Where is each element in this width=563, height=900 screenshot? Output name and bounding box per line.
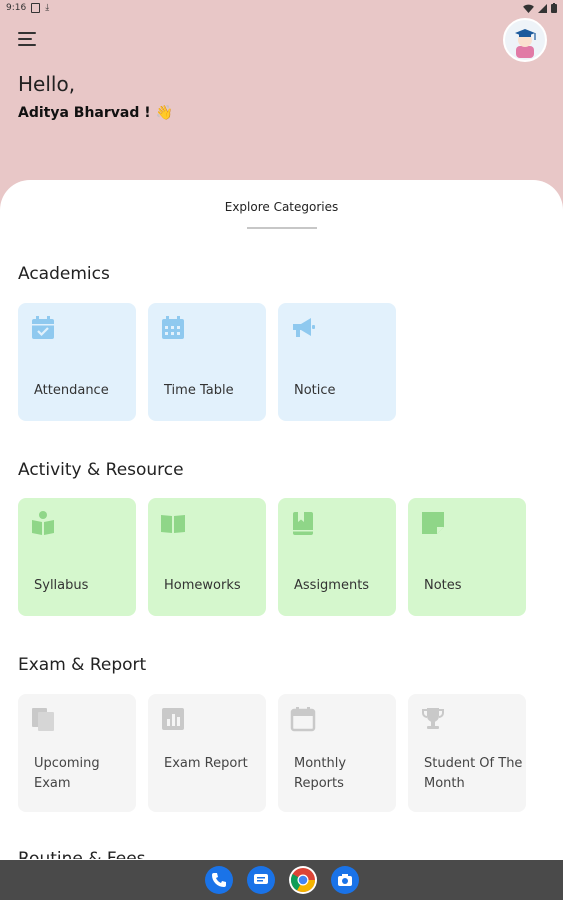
user-name: Aditya Bharvad ! 👋: [18, 105, 173, 121]
card-assignments[interactable]: Assigments: [278, 498, 396, 616]
section-title-activity: Activity & Resource: [18, 460, 184, 480]
card-label: Notes: [424, 578, 462, 593]
sheet-title: Explore Categories: [224, 200, 339, 214]
card-notice[interactable]: Notice: [278, 303, 396, 421]
calendar-check-icon: [32, 316, 54, 339]
signal-icon: [538, 3, 547, 13]
card-label: Notice: [294, 383, 336, 398]
greeting: Hello,: [18, 72, 76, 96]
phone-app-icon[interactable]: [204, 866, 233, 894]
open-book-icon: [161, 515, 185, 533]
categories-sheet: Explore Categories Academics Attendance …: [0, 180, 563, 860]
card-notes[interactable]: Notes: [408, 498, 526, 616]
card-student-of-the-month[interactable]: Student Of The Month: [408, 694, 526, 812]
card-label: Homeworks: [164, 578, 241, 593]
calendar-grid-icon: [162, 316, 184, 339]
card-label: Time Table: [164, 383, 234, 398]
sticky-note-icon: [422, 512, 444, 534]
app-dock: [0, 860, 563, 900]
camera-app-icon[interactable]: [330, 866, 359, 894]
card-label: Attendance: [34, 383, 109, 398]
bar-chart-icon: [162, 708, 184, 730]
card-syllabus[interactable]: Syllabus: [18, 498, 136, 616]
megaphone-icon: [293, 318, 315, 337]
card-label: Monthly Reports: [294, 756, 347, 791]
calendar-icon: [290, 707, 316, 732]
section-title-next: Routine & Fees: [18, 849, 146, 859]
card-attendance[interactable]: Attendance: [18, 303, 136, 421]
card-exam-report[interactable]: Exam Report: [148, 694, 266, 812]
download-icon: ⤓: [45, 3, 50, 13]
graduate-avatar-icon: [505, 20, 545, 60]
section-title-academics: Academics: [18, 264, 110, 284]
card-label: Upcoming Exam: [34, 756, 100, 791]
card-monthly-reports[interactable]: Monthly Reports: [278, 694, 396, 812]
card-label: Exam Report: [164, 756, 248, 771]
card-upcoming-exam[interactable]: Upcoming Exam: [18, 694, 136, 812]
section-title-exam: Exam & Report: [18, 655, 147, 675]
avatar[interactable]: [503, 18, 547, 62]
trophy-icon: [422, 708, 444, 729]
status-bar: 9:16 ⤓: [0, 0, 563, 16]
status-time: 9:16: [6, 3, 27, 13]
messages-app-icon[interactable]: [246, 866, 275, 894]
header: Hello, Aditya Bharvad ! 👋: [0, 16, 563, 186]
wifi-icon: [523, 4, 534, 13]
reader-icon: [32, 511, 54, 535]
card-label: Assigments: [294, 578, 370, 593]
menu-icon[interactable]: [18, 32, 36, 46]
sheet-underline: [247, 227, 317, 229]
bookmark-book-icon: [293, 512, 313, 535]
battery-icon: [551, 3, 557, 13]
card-homeworks[interactable]: Homeworks: [148, 498, 266, 616]
chrome-app-icon[interactable]: [288, 866, 317, 894]
card-time-table[interactable]: Time Table: [148, 303, 266, 421]
documents-icon: [32, 708, 54, 731]
card-label: Syllabus: [34, 578, 89, 593]
card-label: Student Of The Month: [424, 756, 523, 791]
sim-icon: [31, 3, 41, 13]
